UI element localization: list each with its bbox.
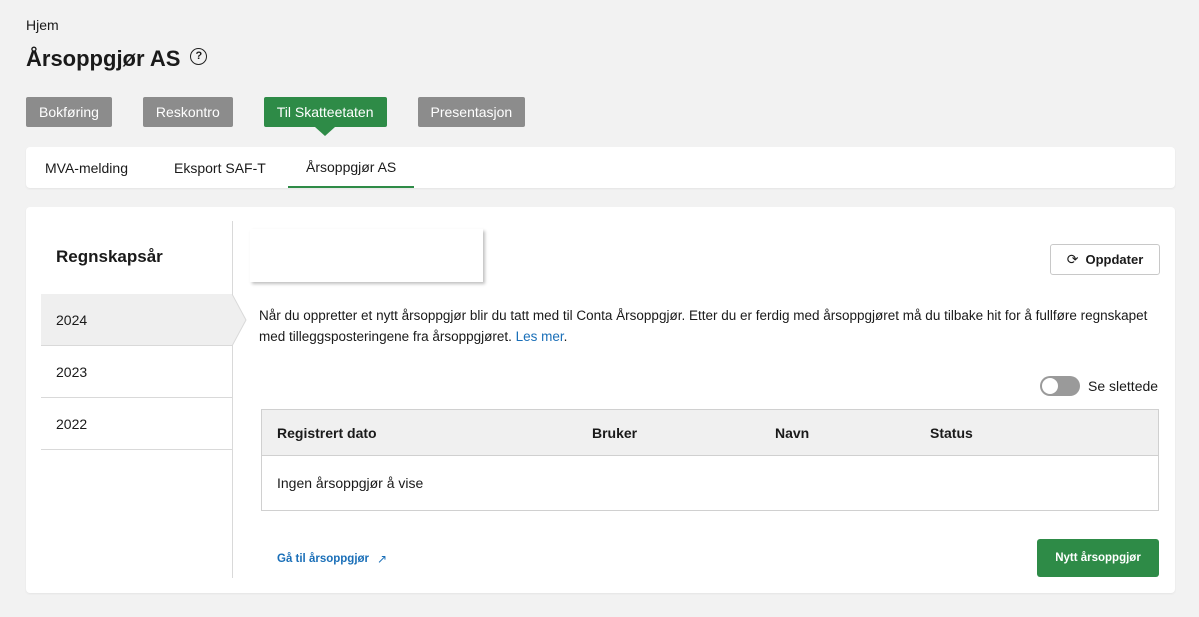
read-more-link[interactable]: Les mer [516,329,564,344]
column-header: Bruker [592,425,638,441]
help-icon[interactable]: ? [190,47,208,65]
nav-button-presentasjon[interactable]: Presentasjon [417,97,526,127]
table-empty-row: Ingen årsoppgjør å vise [277,475,424,491]
breadcrumb-home[interactable]: Hjem [26,17,59,33]
new-arsoppgjor-button[interactable]: Nytt årsoppgjør [1037,539,1159,577]
main-card: Regnskapsår 2024 2023 2022 ⟳ Oppdater Nå… [26,207,1175,593]
info-text: Når du oppretter et nytt årsoppgjør blir… [259,305,1164,347]
arsoppgjor-table: Registrert dato Bruker Navn Status Ingen… [261,409,1159,511]
tabs-bar: MVA-melding Eksport SAF-T Årsoppgjør AS [26,147,1175,188]
column-header: Registrert dato [277,425,377,441]
info-end: . [563,329,568,344]
tab-mva-melding[interactable]: MVA-melding [45,147,128,188]
year-item-2023[interactable]: 2023 [41,346,232,398]
empty-popover [250,229,483,282]
nav-button-bokforing[interactable]: Bokføring [26,97,112,127]
table-header: Registrert dato Bruker Navn Status [262,410,1158,456]
column-header: Status [930,425,973,441]
nav-button-reskontro[interactable]: Reskontro [142,97,233,127]
show-deleted-label: Se slettede [1088,378,1159,394]
column-header: Navn [775,425,810,441]
refresh-label: Oppdater [1085,252,1144,267]
year-sidebar: Regnskapsår 2024 2023 2022 [41,221,247,578]
show-deleted-toggle[interactable] [1040,376,1080,396]
refresh-button[interactable]: ⟳ Oppdater [1050,244,1160,275]
refresh-icon: ⟳ [1066,251,1079,267]
tab-arsoppgjor-as[interactable]: Årsoppgjør AS [288,147,415,188]
nav-button-til-skatteetaten[interactable]: Til Skatteetaten [263,97,387,127]
page-title: Årsoppgjør AS [26,46,181,71]
section-nav: Bokføring Reskontro Til Skatteetaten Pre… [26,97,556,127]
year-item-2024[interactable]: 2024 [41,294,232,346]
active-year-arrow [232,294,247,346]
show-deleted-row: Se slettede [1040,376,1158,396]
tab-eksport-saf-t[interactable]: Eksport SAF-T [174,147,266,188]
title-row: Årsoppgjør AS ? [26,46,208,72]
goto-link-label: Gå til årsoppgjør [277,553,370,565]
goto-arsoppgjor-link[interactable]: Gå til årsoppgjør ↗ [277,552,387,566]
external-link-icon: ↗ [377,552,388,566]
toggle-knob [1042,378,1058,394]
info-body: Når du oppretter et nytt årsoppgjør blir… [259,308,1148,344]
year-item-2022[interactable]: 2022 [41,398,232,450]
sidebar-heading: Regnskapsår [56,247,163,266]
